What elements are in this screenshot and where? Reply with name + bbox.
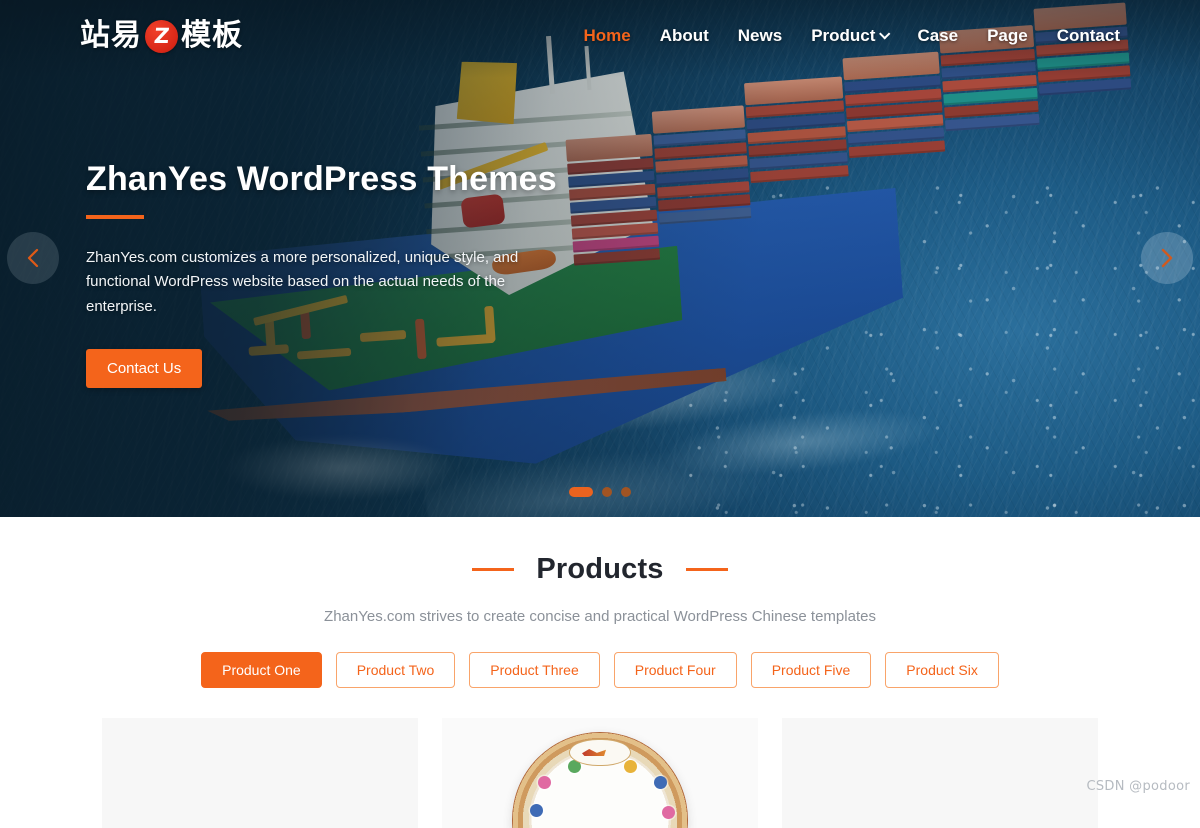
nav-item-news-label: News xyxy=(738,26,782,46)
plate-cartouche xyxy=(569,739,631,766)
contact-us-button[interactable]: Contact Us xyxy=(86,349,202,388)
nav-item-product[interactable]: Product xyxy=(811,26,888,46)
hero-content: ZhanYes WordPress Themes ZhanYes.com cus… xyxy=(86,160,646,388)
nav-item-case-label: Case xyxy=(917,26,958,46)
product-card-3[interactable] xyxy=(782,718,1098,828)
heading-dash-right xyxy=(686,568,728,571)
products-heading: Products xyxy=(0,553,1200,586)
carousel-dot-3[interactable] xyxy=(621,487,631,497)
products-section: Products ZhanYes.com strives to create c… xyxy=(0,517,1200,800)
nav-item-about-label: About xyxy=(660,26,709,46)
tab-product-six[interactable]: Product Six xyxy=(885,652,999,688)
hero-carousel: 站易 Z 模板 Home About News Product Case xyxy=(0,0,1200,517)
chevron-left-icon xyxy=(25,247,41,269)
product-card-1[interactable] xyxy=(102,718,418,828)
tab-product-four[interactable]: Product Four xyxy=(614,652,737,688)
carousel-prev-button[interactable] xyxy=(7,232,59,284)
tab-product-three[interactable]: Product Three xyxy=(469,652,599,688)
logo-mark-glyph: Z xyxy=(153,26,170,47)
chevron-right-icon xyxy=(1159,247,1175,269)
main-navigation: Home About News Product Case Page Contac… xyxy=(583,26,1120,46)
logo-mark-icon: Z xyxy=(145,20,178,53)
chevron-down-icon xyxy=(879,28,890,39)
hero-subtitle: ZhanYes.com customizes a more personaliz… xyxy=(86,246,556,319)
heading-dash-left xyxy=(472,568,514,571)
products-title: Products xyxy=(536,553,663,586)
tab-product-two[interactable]: Product Two xyxy=(336,652,456,688)
nav-item-home[interactable]: Home xyxy=(583,26,630,46)
carousel-next-button[interactable] xyxy=(1141,232,1193,284)
nav-item-home-label: Home xyxy=(583,26,630,46)
tab-product-one[interactable]: Product One xyxy=(201,652,322,688)
carousel-dot-2[interactable] xyxy=(602,487,612,497)
nav-item-page[interactable]: Page xyxy=(987,26,1028,46)
nav-item-about[interactable]: About xyxy=(660,26,709,46)
site-header: 站易 Z 模板 Home About News Product Case xyxy=(0,0,1200,72)
site-logo[interactable]: 站易 Z 模板 xyxy=(80,20,243,53)
nav-item-page-label: Page xyxy=(987,26,1028,46)
product-tabs: Product One Product Two Product Three Pr… xyxy=(0,652,1200,688)
hero-title-underline xyxy=(86,215,144,219)
products-subtitle: ZhanYes.com strives to create concise an… xyxy=(0,608,1200,625)
nav-item-case[interactable]: Case xyxy=(917,26,958,46)
porcelain-plate-image xyxy=(512,732,688,828)
nav-item-contact-label: Contact xyxy=(1057,26,1120,46)
nav-item-product-label: Product xyxy=(811,26,875,46)
csdn-watermark: CSDN @podoor xyxy=(1086,779,1190,794)
product-card-grid xyxy=(0,718,1200,828)
product-card-2[interactable] xyxy=(442,718,758,828)
hero-title: ZhanYes WordPress Themes xyxy=(86,160,646,199)
nav-item-news[interactable]: News xyxy=(738,26,782,46)
carousel-pagination xyxy=(0,487,1200,497)
carousel-dot-1[interactable] xyxy=(569,487,593,497)
logo-text-left: 站易 xyxy=(80,21,142,51)
tab-product-five[interactable]: Product Five xyxy=(751,652,872,688)
nav-item-contact[interactable]: Contact xyxy=(1057,26,1120,46)
logo-text-right: 模板 xyxy=(181,21,243,51)
